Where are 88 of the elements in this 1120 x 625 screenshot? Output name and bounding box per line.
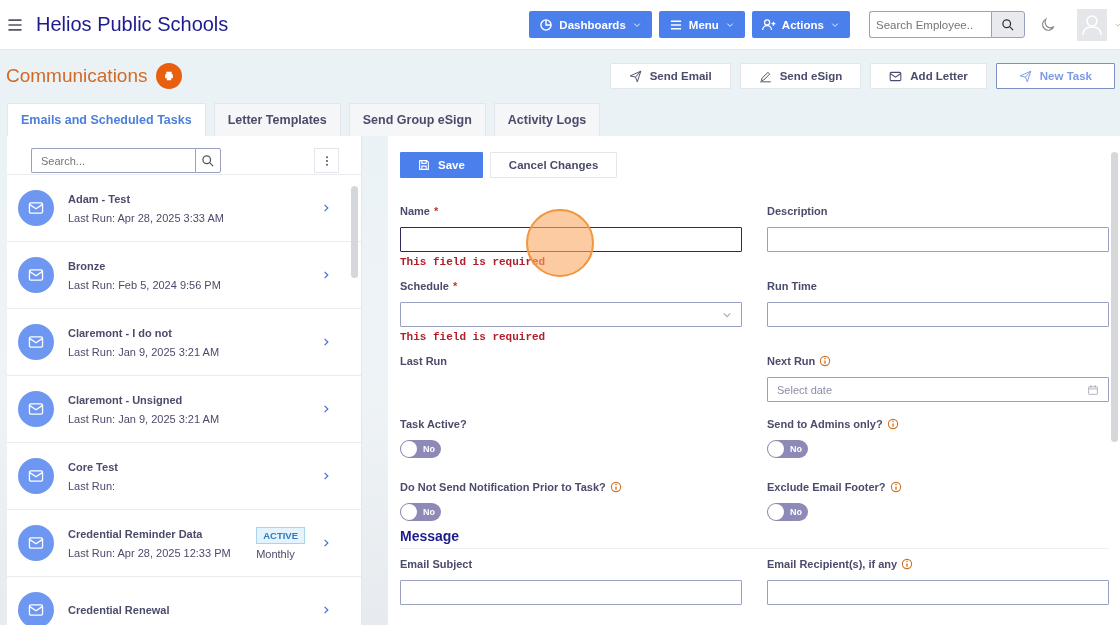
- field-label: Email Subject: [400, 558, 473, 570]
- print-button[interactable]: [155, 63, 182, 89]
- text-field[interactable]: [400, 580, 742, 605]
- chevron-right-icon: [321, 538, 331, 548]
- task-title: Claremont - I do not: [68, 326, 173, 339]
- field-label: Email Recipient(s), if any: [767, 558, 898, 570]
- task-search-field[interactable]: Search...: [31, 148, 195, 173]
- task-list-item[interactable]: Credential Reminder Data Last Run: Apr 28, 2025 12:33 PM ACTIVE Monthly: [7, 510, 361, 577]
- last-run-text: Last Run: Jan 9, 2025 3:21 AM: [68, 412, 221, 425]
- text-field[interactable]: [767, 580, 1109, 605]
- envelope-icon: [28, 535, 44, 551]
- envelope-icon: [28, 602, 44, 618]
- last-run-text: Last Run: Feb 5, 2024 9:56 PM: [68, 278, 222, 291]
- chevron-right-icon: [321, 337, 331, 347]
- cancel-button[interactable]: Cancel Changes: [489, 152, 618, 178]
- last-run-text: Last Run: Apr 28, 2025 3:33 AM: [68, 211, 225, 224]
- field-label: Name: [400, 205, 430, 217]
- error-message: This field is required: [400, 331, 547, 343]
- task-list-item[interactable]: Claremont - I do not Last Run: Jan 9, 2025 3:21 AM: [7, 309, 361, 376]
- envelope-icon: [28, 468, 44, 484]
- pie-chart-icon: [539, 17, 554, 32]
- action-button[interactable]: Send eSign: [739, 63, 862, 89]
- required-asterisk: *: [433, 205, 439, 217]
- person-icon: [1081, 13, 1103, 36]
- tab[interactable]: Activity Logs: [493, 103, 601, 136]
- task-title: Credential Reminder Data: [68, 527, 204, 540]
- field-label: Schedule: [400, 280, 449, 292]
- task-title: Credential Renewal: [68, 604, 171, 616]
- theme-toggle-button[interactable]: [1040, 16, 1056, 33]
- chevron-right-icon: [321, 605, 331, 615]
- field-label: Send to Admins only?: [767, 418, 883, 430]
- dropdown-field[interactable]: [400, 302, 742, 327]
- nav-dropdown-button[interactable]: Menu: [658, 11, 745, 38]
- envelope-icon: [889, 69, 903, 83]
- last-run-text: Last Run: Jan 9, 2025 3:21 AM: [68, 345, 221, 358]
- page-title: Communications: [6, 65, 148, 87]
- frequency-text: Monthly: [256, 547, 295, 560]
- search-icon: [1001, 17, 1015, 32]
- pen-icon: [758, 69, 772, 83]
- envelope-icon: [28, 334, 44, 350]
- add-user-icon: [761, 17, 776, 32]
- envelope-icon: [28, 200, 44, 216]
- last-run-text: Last Run: Apr 28, 2025 12:33 PM: [68, 546, 232, 559]
- chevron-right-icon: [321, 471, 331, 481]
- task-title: Core Test: [68, 460, 119, 473]
- envelope-icon: [28, 267, 44, 283]
- task-title: Adam - Test: [68, 192, 132, 205]
- task-title: Bronze: [68, 259, 107, 272]
- action-button[interactable]: Send Email: [609, 63, 731, 89]
- tab[interactable]: Emails and Scheduled Tasks: [7, 103, 206, 136]
- field-label: Do Not Send Notification Prior to Task?: [400, 481, 606, 493]
- section-heading: Message: [400, 528, 1109, 549]
- task-list-item[interactable]: Claremont - Unsigned Last Run: Jan 9, 2025 3:21 AM: [7, 376, 361, 443]
- employee-search-field[interactable]: Search Employee..: [869, 11, 991, 38]
- paper-plane-icon: [628, 69, 642, 83]
- field-label: Description: [767, 205, 828, 217]
- moon-icon: [1040, 16, 1056, 33]
- envelope-icon: [28, 401, 44, 417]
- last-run-text: Last Run:: [68, 479, 117, 492]
- search-button[interactable]: [195, 148, 221, 173]
- menu-icon: [668, 17, 683, 32]
- tab[interactable]: Letter Templates: [213, 103, 341, 136]
- nav-dropdown-button[interactable]: Actions: [751, 11, 850, 38]
- field-label: Task Active?: [400, 418, 467, 430]
- field-label: Exclude Email Footer?: [767, 481, 886, 493]
- required-asterisk: *: [452, 280, 458, 292]
- task-list-item[interactable]: Core Test Last Run:: [7, 443, 361, 510]
- task-list-item[interactable]: Credential Renewal: [7, 577, 361, 625]
- nav-dropdown-button[interactable]: Dashboards: [529, 11, 652, 38]
- chevron-right-icon: [321, 203, 331, 213]
- field-label: Next Run: [767, 355, 816, 367]
- status-badge: ACTIVE: [256, 526, 305, 544]
- text-field[interactable]: [400, 227, 742, 252]
- field-label: Last Run: [400, 355, 448, 367]
- search-button[interactable]: [991, 11, 1025, 38]
- text-field[interactable]: [767, 227, 1109, 252]
- paper-plane-icon: [1018, 69, 1032, 83]
- app-title: Helios Public Schools: [36, 13, 229, 36]
- chevron-right-icon: [321, 270, 331, 280]
- text-field[interactable]: [767, 302, 1109, 327]
- tab[interactable]: Send Group eSign: [348, 103, 486, 136]
- calendar-icon: [1087, 383, 1099, 396]
- field-label: Run Time: [767, 280, 817, 292]
- chevron-right-icon: [321, 404, 331, 414]
- save-button[interactable]: Save: [400, 152, 483, 178]
- search-icon: [201, 153, 215, 168]
- task-title: Claremont - Unsigned: [68, 393, 184, 406]
- action-button[interactable]: Add Letter: [870, 63, 987, 89]
